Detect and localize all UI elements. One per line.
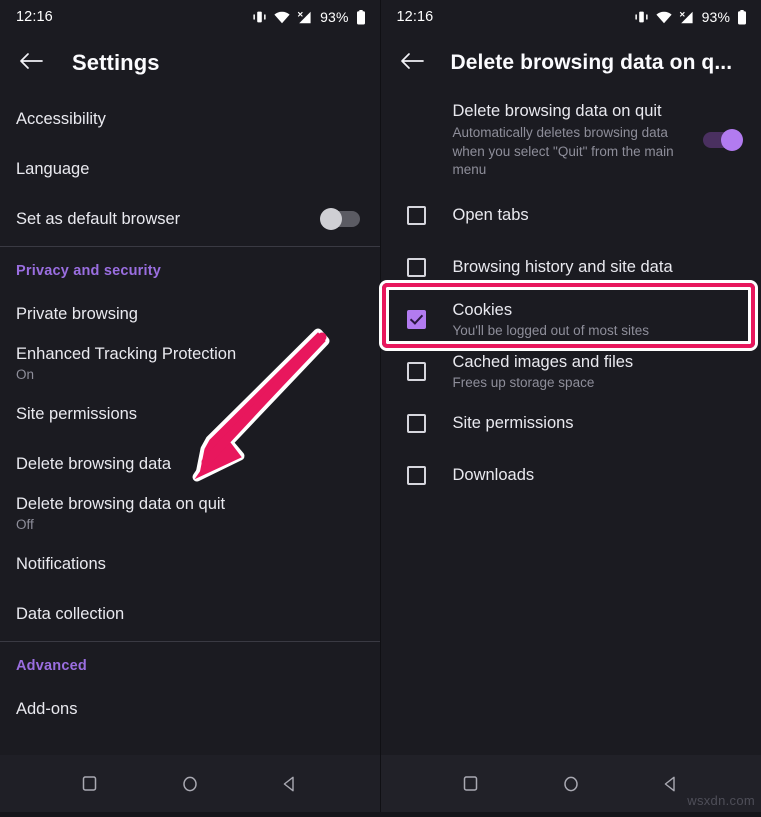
section-header-advanced: Advanced — [0, 642, 380, 684]
checkbox-browsing-history[interactable] — [407, 258, 426, 277]
battery-icon — [356, 10, 366, 25]
status-icons: 93% — [634, 9, 747, 25]
settings-item-set-as-default-browser[interactable]: Set as default browser — [0, 194, 380, 244]
default-browser-toggle[interactable] — [322, 211, 360, 227]
cellular-signal-off-icon — [679, 11, 694, 24]
checkbox-label: Open tabs — [453, 205, 746, 226]
dual-screenshot: 12:16 93% — [0, 0, 761, 812]
checkbox-description: Frees up storage space — [453, 374, 746, 392]
app-bar-left: Settings — [0, 34, 380, 92]
status-bar-left: 12:16 93% — [0, 0, 380, 34]
settings-item-site-permissions[interactable]: Site permissions — [0, 389, 380, 439]
recents-icon[interactable] — [79, 773, 101, 795]
settings-item-label: Notifications — [16, 554, 364, 575]
checkbox-label: Cached images and files — [453, 352, 746, 373]
status-time: 12:16 — [16, 9, 53, 25]
back-button-left[interactable] — [14, 46, 48, 80]
status-time: 12:16 — [397, 9, 434, 25]
checkbox-downloads[interactable] — [407, 466, 426, 485]
arrow-left-icon — [400, 51, 424, 76]
delete-on-quit-toggle-row[interactable]: Delete browsing data on quit Automatical… — [381, 92, 761, 190]
home-icon[interactable] — [560, 773, 582, 795]
toggle-knob — [721, 129, 743, 151]
home-icon[interactable] — [179, 773, 201, 795]
checkbox-label: Browsing history and site data — [453, 257, 746, 278]
recents-icon[interactable] — [460, 773, 482, 795]
settings-item-enhanced-tracking-protection[interactable]: Enhanced Tracking Protection On — [0, 339, 380, 389]
checkbox-site-permissions[interactable] — [407, 414, 426, 433]
checkbox-label: Site permissions — [453, 413, 746, 434]
vibrate-icon — [634, 10, 649, 24]
settings-item-status: Off — [16, 516, 364, 534]
settings-item-label: Delete browsing data on quit — [16, 494, 364, 515]
settings-item-delete-browsing-data-on-quit[interactable]: Delete browsing data on quit Off — [0, 489, 380, 539]
system-nav-bar-left — [0, 755, 380, 812]
back-icon[interactable] — [279, 773, 301, 795]
settings-item-add-ons[interactable]: Add-ons — [0, 684, 380, 734]
left-phone-screen: 12:16 93% — [0, 0, 380, 812]
checkbox-row-site-permissions[interactable]: Site permissions — [381, 398, 761, 450]
settings-item-private-browsing[interactable]: Private browsing — [0, 289, 380, 339]
checkbox-row-browsing-history-and-site-data[interactable]: Browsing history and site data — [381, 242, 761, 294]
battery-percent: 93% — [320, 9, 348, 25]
toggle-knob — [320, 208, 342, 230]
checkbox-description: You'll be logged out of most sites — [453, 322, 746, 340]
checkbox-row-cookies[interactable]: Cookies You'll be logged out of most sit… — [381, 294, 761, 346]
settings-item-label: Private browsing — [16, 304, 364, 325]
back-button-right[interactable] — [395, 46, 429, 80]
settings-item-label: Delete browsing data — [16, 454, 364, 475]
wifi-icon — [656, 11, 672, 24]
settings-list: Accessibility Language Set as default br… — [0, 92, 380, 734]
checkbox-row-cached-images-and-files[interactable]: Cached images and files Frees up storage… — [381, 346, 761, 398]
settings-item-label: Language — [16, 159, 364, 180]
checkbox-row-downloads[interactable]: Downloads — [381, 450, 761, 502]
settings-item-data-collection[interactable]: Data collection — [0, 589, 380, 639]
settings-item-notifications[interactable]: Notifications — [0, 539, 380, 589]
status-bar-right: 12:16 93% — [381, 0, 761, 34]
vibrate-icon — [252, 10, 267, 24]
checkbox-row-open-tabs[interactable]: Open tabs — [381, 190, 761, 242]
settings-item-label: Site permissions — [16, 404, 364, 425]
back-icon[interactable] — [660, 773, 682, 795]
cellular-signal-off-icon — [297, 11, 312, 24]
right-phone-screen: 12:16 93% — [380, 0, 761, 812]
settings-item-label: Data collection — [16, 604, 364, 625]
section-header-privacy-and-security: Privacy and security — [0, 247, 380, 289]
delete-on-quit-toggle[interactable] — [703, 132, 741, 148]
checkbox-open-tabs[interactable] — [407, 206, 426, 225]
checkbox-cached-images[interactable] — [407, 362, 426, 381]
settings-item-label: Accessibility — [16, 109, 364, 130]
battery-icon — [737, 10, 747, 25]
page-title: Delete browsing data on q... — [451, 51, 733, 75]
checkbox-cookies[interactable] — [407, 310, 426, 329]
app-bar-right: Delete browsing data on q... — [381, 34, 761, 92]
settings-item-language[interactable]: Language — [0, 144, 380, 194]
settings-item-label: Set as default browser — [16, 209, 322, 230]
delete-on-quit-description: Automatically deletes browsing data when… — [453, 124, 694, 180]
delete-on-quit-title: Delete browsing data on quit — [453, 100, 694, 122]
battery-percent: 93% — [702, 9, 730, 25]
settings-item-label: Add-ons — [16, 699, 364, 720]
settings-item-delete-browsing-data[interactable]: Delete browsing data — [0, 439, 380, 489]
settings-item-accessibility[interactable]: Accessibility — [0, 94, 380, 144]
wifi-icon — [274, 11, 290, 24]
settings-item-label: Enhanced Tracking Protection — [16, 344, 364, 365]
status-icons: 93% — [252, 9, 365, 25]
checkbox-label: Cookies — [453, 300, 746, 321]
arrow-left-icon — [19, 51, 43, 76]
system-nav-bar-right — [381, 755, 761, 812]
checkbox-label: Downloads — [453, 465, 746, 486]
data-type-checkbox-list: Open tabs Browsing history and site data… — [381, 190, 761, 502]
page-title: Settings — [72, 50, 160, 76]
settings-item-status: On — [16, 366, 364, 384]
